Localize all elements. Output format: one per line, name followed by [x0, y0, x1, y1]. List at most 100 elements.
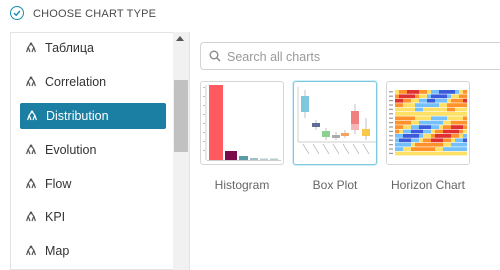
horizon-band-cell — [463, 116, 468, 121]
horizon-band-cell — [415, 120, 420, 125]
horizon-band-cell — [459, 147, 464, 151]
sidebar-scrollbar[interactable] — [173, 32, 189, 270]
horizon-band-cell — [415, 138, 420, 143]
horizon-band-cell — [427, 142, 432, 147]
sidebar-item-evolution[interactable]: Evolution — [11, 137, 174, 163]
horizon-band-cell — [423, 142, 428, 147]
horizon-band-cell — [407, 125, 412, 129]
scrollbar-thumb[interactable] — [174, 80, 188, 152]
horizon-band-cell — [443, 103, 448, 107]
horizon-band-cell — [431, 120, 436, 125]
horizon-band-cell — [435, 94, 440, 99]
chart-card-label: Horizon Chart — [390, 178, 466, 192]
sidebar-item-distribution[interactable]: Distribution — [20, 103, 166, 129]
horizon-band-cell — [431, 134, 436, 138]
sidebar-item-kpi[interactable]: KPI — [11, 204, 174, 230]
horizon-band-cell — [399, 98, 404, 103]
horizon-band-cell — [423, 103, 428, 107]
horizon-band-cell — [451, 90, 456, 94]
horizon-band-cell — [451, 142, 456, 147]
horizon-band-cell — [403, 94, 408, 99]
horizon-band-cell — [443, 116, 448, 121]
horizon-band-cell — [455, 98, 460, 103]
horizon-row-label — [389, 108, 393, 110]
sidebar-item-label: KPI — [45, 210, 66, 224]
horizon-band-cell — [395, 129, 400, 134]
box-plot-thumbnail — [297, 87, 376, 155]
horizon-band-cell — [455, 107, 460, 112]
horizon-band-cell — [395, 90, 400, 94]
chart-card-label: Histogram — [214, 178, 270, 192]
horizon-band-cell — [459, 107, 464, 112]
sidebar-item-flow[interactable]: Flow — [11, 171, 174, 197]
horizon-band-cell — [423, 107, 428, 112]
horizon-band-cell — [451, 147, 456, 151]
horizon-band-cell — [399, 142, 404, 147]
horizon-band-cell — [451, 120, 456, 125]
horizon-band-cell — [431, 142, 436, 147]
horizon-band-cell — [431, 125, 436, 129]
horizon-band-cell — [435, 138, 440, 143]
chart-search-box[interactable] — [200, 42, 500, 70]
horizon-band-cell — [451, 103, 456, 107]
horizon-band-cell — [431, 103, 436, 107]
horizon-band-cell — [407, 112, 412, 116]
horizon-band-cell — [447, 98, 452, 103]
scroll-up-arrow-icon[interactable] — [176, 36, 184, 41]
horizon-band-cell — [403, 142, 408, 147]
horizon-band-cell — [439, 90, 444, 94]
horizon-band-cell — [435, 151, 440, 156]
horizon-band-cell — [395, 103, 400, 107]
search-icon — [209, 50, 221, 62]
horizon-band-cell — [403, 125, 408, 129]
horizon-chart-thumbnail — [389, 90, 468, 156]
sidebar-item-correlation[interactable]: Correlation — [11, 69, 174, 95]
horizon-band-cell — [411, 138, 416, 143]
search-input[interactable] — [225, 44, 499, 70]
chart-card-histogram[interactable] — [200, 81, 284, 165]
horizon-row-label — [389, 95, 393, 97]
sidebar-item-table[interactable]: Таблица — [11, 35, 174, 61]
horizon-band-cell — [395, 94, 400, 99]
horizon-band-cell — [411, 134, 416, 138]
horizon-band-cell — [399, 90, 404, 94]
horizon-band-cell — [447, 125, 452, 129]
horizon-band-cell — [447, 129, 452, 134]
horizon-band-cell — [395, 98, 400, 103]
horizon-band-cell — [431, 94, 436, 99]
horizon-band-cell — [443, 107, 448, 112]
horizon-band-cell — [415, 103, 420, 107]
sidebar-item-map[interactable]: Map — [11, 238, 174, 264]
horizon-band-cell — [431, 138, 436, 143]
horizon-band-cell — [455, 138, 460, 143]
horizon-band-cell — [459, 98, 464, 103]
horizon-band-cell — [455, 151, 460, 156]
chart-card-box-plot[interactable] — [293, 81, 377, 165]
horizon-band-cell — [427, 98, 432, 103]
horizon-band-cell — [403, 147, 408, 151]
horizon-band-cell — [431, 98, 436, 103]
horizon-band-cell — [459, 125, 464, 129]
horizon-row-label — [389, 152, 393, 154]
horizon-band-cell — [415, 142, 420, 147]
horizon-band-cell — [399, 129, 404, 134]
horizon-band-cell — [431, 107, 436, 112]
horizon-band-cell — [423, 120, 428, 125]
horizon-band-cell — [459, 129, 464, 134]
horizon-band-cell — [431, 151, 436, 156]
horizon-row-label — [389, 113, 393, 115]
horizon-band-cell — [463, 125, 468, 129]
horizon-band-cell — [411, 129, 416, 134]
chart-card-horizon-chart[interactable] — [386, 81, 470, 165]
horizon-band-cell — [419, 116, 424, 121]
horizon-band-cell — [455, 116, 460, 121]
horizon-band-cell — [419, 147, 424, 151]
horizon-band-cell — [399, 120, 404, 125]
horizon-band-cell — [415, 147, 420, 151]
horizon-band-cell — [463, 90, 468, 94]
horizon-band-cell — [451, 116, 456, 121]
horizon-band-cell — [399, 116, 404, 121]
sidebar-item-label: Flow — [45, 177, 72, 191]
horizon-band-cell — [443, 98, 448, 103]
horizon-band-cell — [423, 125, 428, 129]
